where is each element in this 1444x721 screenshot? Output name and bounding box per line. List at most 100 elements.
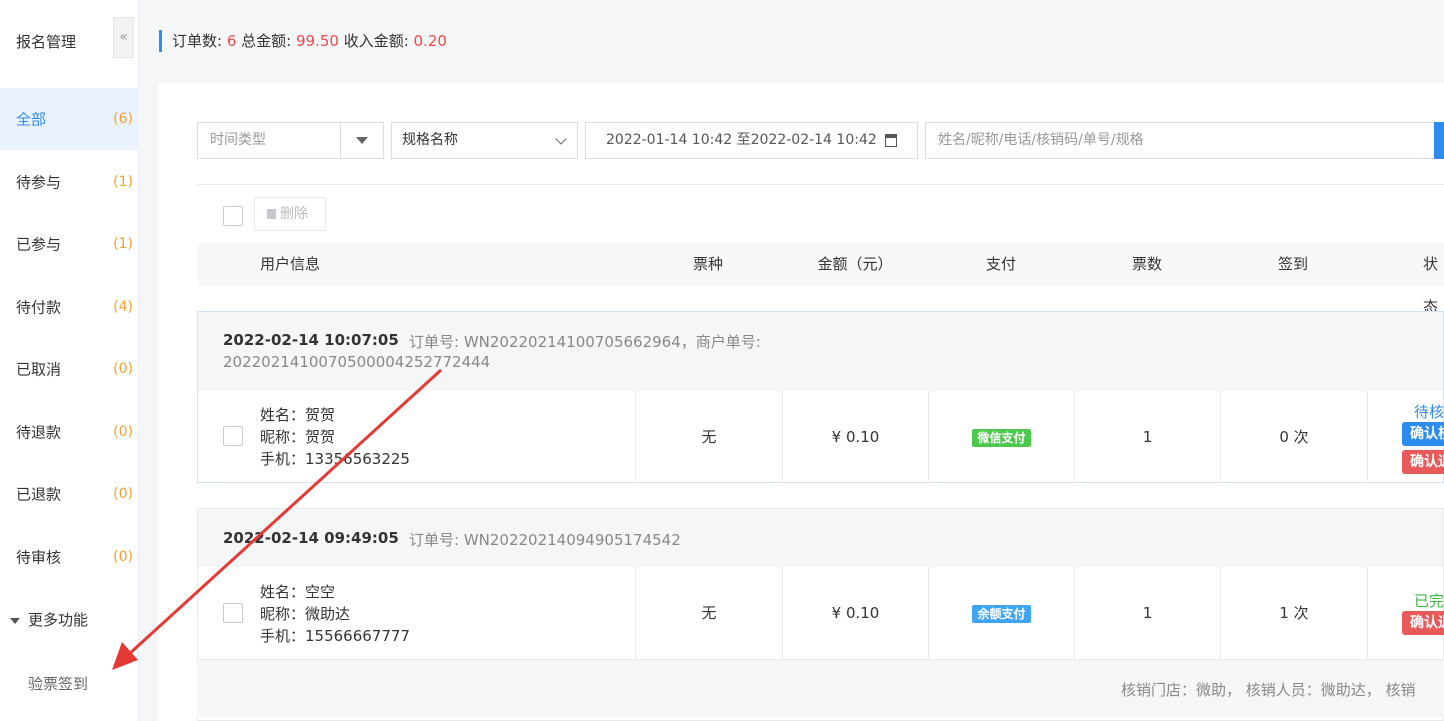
sidebar-item-pending-refund[interactable]: 待退款 (0) (0, 401, 139, 463)
confirm-refund-button[interactable]: 确认退 (1402, 611, 1444, 635)
search-button[interactable] (1434, 122, 1444, 159)
user-name: 姓名：贺贺 (260, 406, 336, 424)
sidebar-item-count: (1) (113, 174, 133, 190)
orders-label: 订单数: (172, 32, 227, 50)
order-header: 2022-02-14 09:49:05 订单号: WN2022021409490… (198, 509, 1443, 567)
checkin-cell: 1 次 (1220, 567, 1367, 659)
orders-count: 6 (226, 32, 237, 50)
header-tickets: 票数 (1131, 255, 1162, 273)
search-placeholder: 姓名/昵称/电话/核销码/单号/规格 (938, 132, 1144, 148)
order-number: 订单号: WN20220214100705662964，商户单号: (409, 333, 761, 351)
time-type-placeholder: 时间类型 (210, 132, 266, 148)
header-user-info: 用户信息 (260, 255, 321, 273)
order-card: 2022-02-14 10:07:05 订单号: WN2022021410070… (197, 311, 1444, 483)
sidebar-item-count: (4) (113, 299, 133, 315)
payment-cell: 微信支付 (928, 391, 1074, 483)
sidebar-item-pending-join[interactable]: 待参与 (1) (0, 151, 139, 213)
sidebar-item-count: (0) (113, 549, 133, 565)
user-info: 姓名：贺贺 昵称：贺贺 手机：13356563225 (260, 404, 410, 470)
income-label: 收入金额: (338, 32, 414, 50)
calendar-icon (885, 134, 897, 147)
time-type-select[interactable]: 时间类型 (197, 122, 384, 159)
search-input[interactable]: 姓名/昵称/电话/核销码/单号/规格 (925, 122, 1435, 159)
user-info: 姓名：空空 昵称：微助达 手机：15566667777 (260, 581, 410, 647)
total-amount: 99.50 (295, 32, 339, 50)
user-phone: 手机：13356563225 (260, 450, 410, 468)
verification-info: 核销门店：微助， 核销人员：微助达， 核销 (1121, 681, 1416, 699)
sidebar-item-count: (0) (113, 486, 133, 502)
user-phone: 手机：15566667777 (260, 627, 410, 645)
tickets-cell: 1 (1074, 567, 1220, 659)
delete-label: 删除 (280, 206, 308, 222)
chevron-down-icon (555, 133, 567, 145)
header-amount: 金额（元） (817, 255, 893, 273)
trash-icon (267, 209, 276, 219)
order-header: 2022-02-14 10:07:05 订单号: WN2022021410070… (198, 312, 1443, 391)
more-features-toggle[interactable]: 更多功能 (10, 609, 88, 630)
caret-down-icon (10, 617, 20, 624)
sidebar-item-joined[interactable]: 已参与 (1) (0, 213, 139, 275)
divider (197, 184, 1444, 185)
merchant-number: 2022021410070500004252772444 (223, 353, 491, 371)
sidebar-item-pending-review[interactable]: 待审核 (0) (0, 526, 139, 588)
payment-cell: 余额支付 (928, 567, 1074, 659)
table-header: 用户信息 票种 金额（元） 支付 票数 签到 状态 (197, 243, 1444, 316)
header-status: 状态 (1423, 255, 1439, 316)
sidebar-item-count: (1) (113, 236, 133, 252)
row-checkbox[interactable] (223, 426, 243, 446)
balance-pay-badge: 余额支付 (972, 605, 1031, 623)
status-text: 已完 (1414, 592, 1444, 610)
date-range-value: 2022-01-14 10:42 至2022-02-14 10:42 (606, 132, 877, 148)
sidebar-item-label: 待付款 (16, 298, 62, 317)
confirm-refund-button[interactable]: 确认退 (1402, 450, 1444, 474)
sidebar-item-label: 已取消 (16, 360, 62, 379)
header-ticket-type: 票种 (692, 255, 723, 273)
sidebar-item-label: 全部 (16, 110, 47, 129)
tickets-cell: 1 (1074, 391, 1220, 483)
row-checkbox[interactable] (223, 603, 243, 623)
sidebar-item-label: 已退款 (16, 485, 62, 504)
sidebar-item-refunded[interactable]: 已退款 (0) (0, 463, 139, 525)
user-nickname: 昵称：贺贺 (260, 428, 336, 446)
sidebar: 报名管理 « 全部 (6) 待参与 (1) 已参与 (1) 待付款 (4) 已取… (0, 0, 139, 721)
amount-cell: ¥ 0.10 (782, 567, 928, 659)
more-features-label: 更多功能 (28, 611, 89, 629)
income-amount: 0.20 (413, 32, 447, 50)
user-nickname: 昵称：微助达 (260, 605, 351, 623)
user-name: 姓名：空空 (260, 583, 336, 601)
sidebar-title: 报名管理 (16, 33, 77, 51)
order-time: 2022-02-14 09:49:05 (223, 529, 399, 547)
sidebar-item-count: (0) (113, 424, 133, 440)
verification-footer: 核销门店：微助， 核销人员：微助达， 核销 (197, 659, 1444, 717)
collapse-icon[interactable]: « (113, 17, 134, 58)
sidebar-item-count: (6) (113, 111, 133, 127)
sidebar-item-cancelled[interactable]: 已取消 (0) (0, 338, 139, 400)
sidebar-item-ticket-checkin[interactable]: 验票签到 (28, 673, 88, 694)
sidebar-item-count: (0) (113, 361, 133, 377)
sidebar-item-label: 待退款 (16, 423, 62, 442)
header-payment: 支付 (985, 255, 1016, 273)
checkin-cell: 0 次 (1220, 391, 1367, 483)
sidebar-item-label: 已参与 (16, 235, 62, 254)
spec-name-value: 规格名称 (402, 132, 458, 148)
wechat-pay-badge: 微信支付 (972, 429, 1031, 447)
spec-name-select[interactable]: 规格名称 (391, 122, 578, 159)
order-summary: 订单数: 6 总金额: 99.50 收入金额: 0.20 (159, 30, 447, 52)
select-all-checkbox[interactable] (223, 206, 243, 226)
header-checkin: 签到 (1277, 255, 1308, 273)
dropdown-arrow-icon[interactable] (340, 123, 383, 158)
order-time: 2022-02-14 10:07:05 (223, 331, 399, 349)
total-label: 总金额: (236, 32, 296, 50)
date-range-picker[interactable]: 2022-01-14 10:42 至2022-02-14 10:42 (585, 122, 918, 159)
ticket-type-cell: 无 (635, 567, 782, 659)
sidebar-item-label: 待审核 (16, 548, 62, 567)
sidebar-item-pending-pay[interactable]: 待付款 (4) (0, 276, 139, 338)
delete-button[interactable]: 删除 (254, 197, 326, 231)
confirm-verify-button[interactable]: 确认核 (1402, 422, 1444, 446)
sidebar-item-all[interactable]: 全部 (6) (0, 88, 139, 150)
order-number: 订单号: WN20220214094905174542 (409, 531, 681, 549)
sidebar-item-label: 待参与 (16, 173, 62, 192)
ticket-type-cell: 无 (635, 391, 782, 483)
amount-cell: ¥ 0.10 (782, 391, 928, 483)
status-text: 待核 (1414, 403, 1444, 421)
